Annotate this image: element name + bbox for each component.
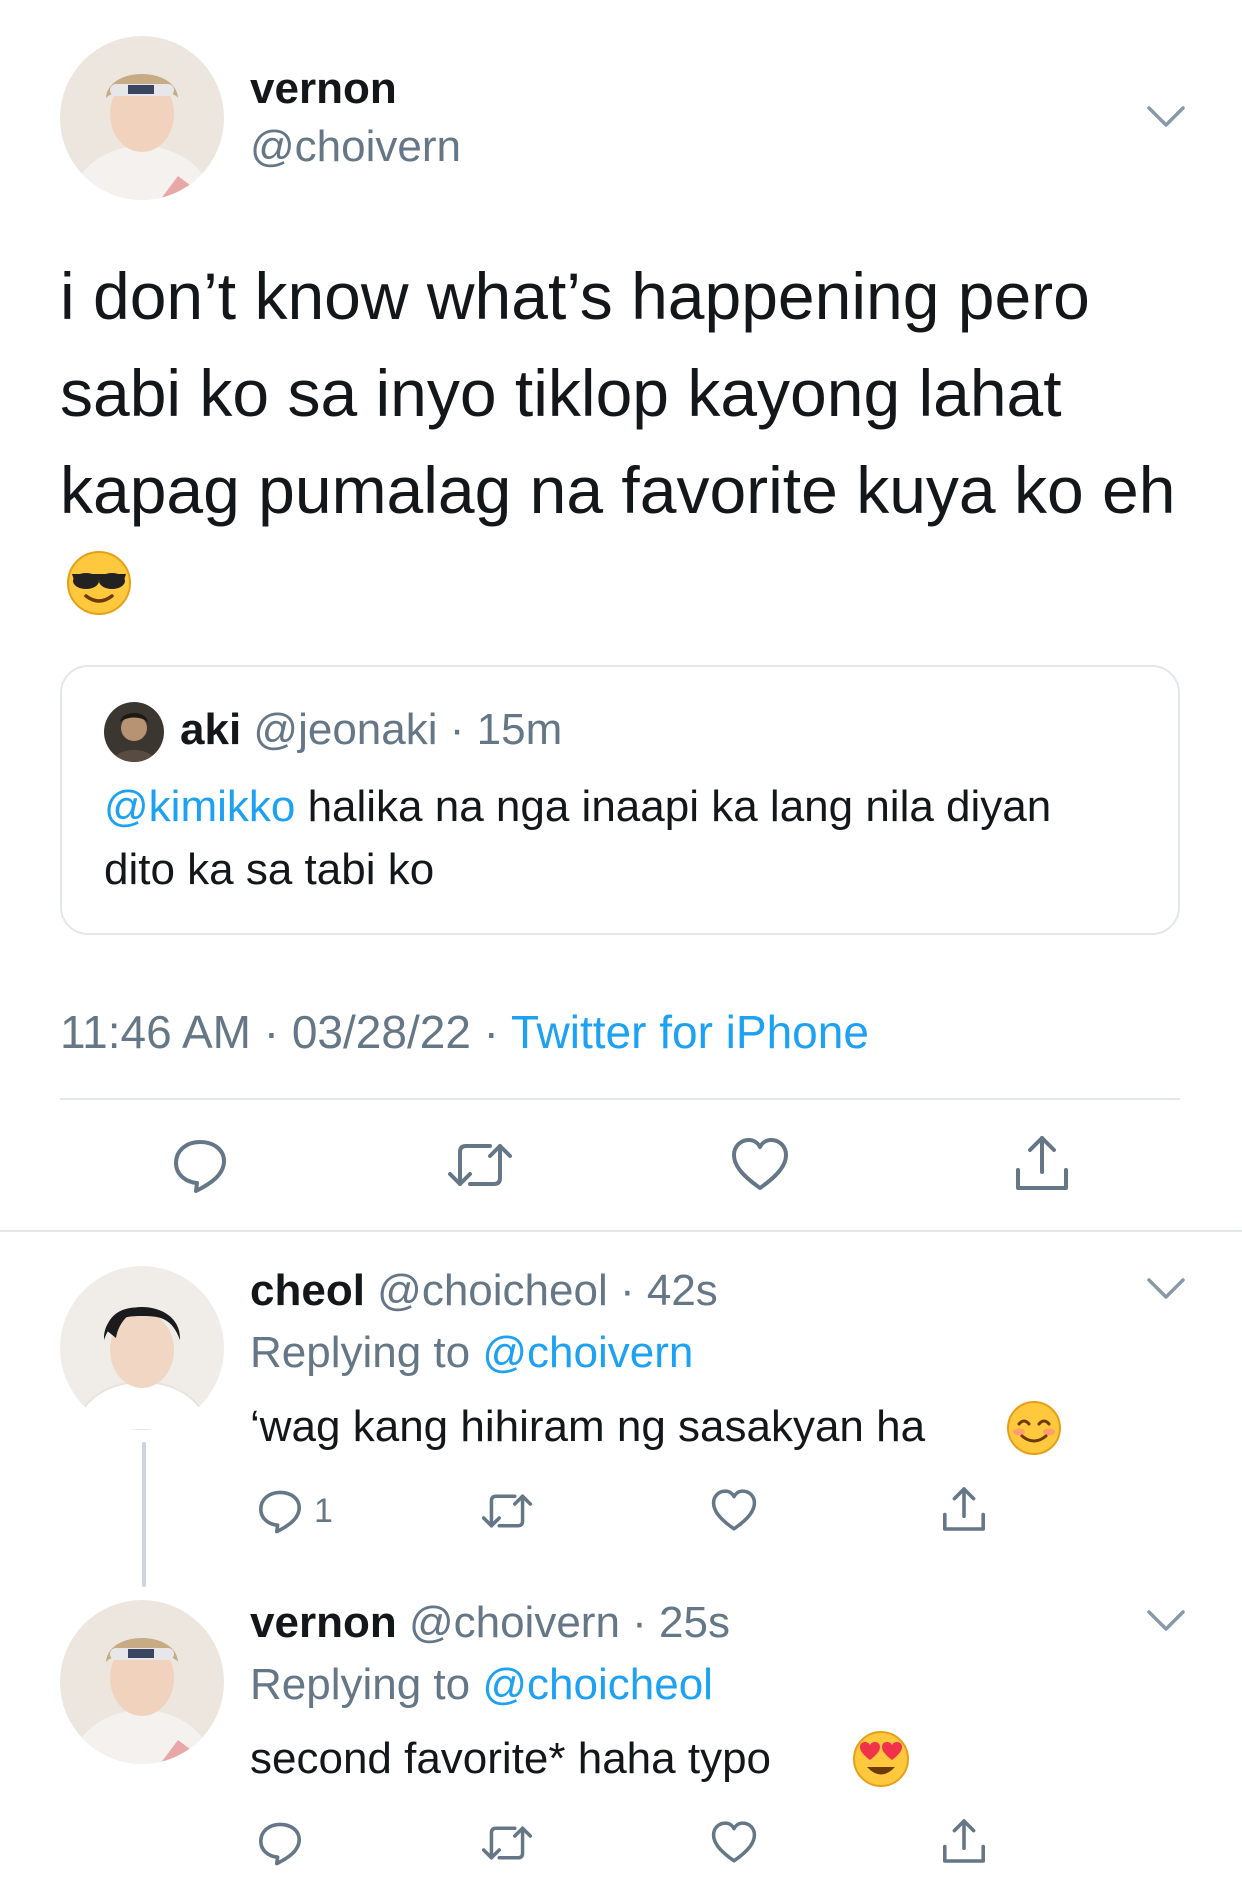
like-icon[interactable] bbox=[710, 1820, 758, 1864]
smiling-face-emoji-icon bbox=[1006, 1400, 1062, 1456]
like-icon[interactable] bbox=[710, 1488, 758, 1532]
reply-author-handle[interactable]: @choicheol bbox=[377, 1266, 608, 1315]
reply-time: 42s bbox=[646, 1266, 718, 1315]
retweet-icon[interactable] bbox=[480, 1822, 534, 1864]
replying-to-label: Replying to bbox=[250, 1328, 471, 1377]
separator-dot: · bbox=[619, 1598, 660, 1647]
divider bbox=[60, 1098, 1180, 1100]
reply-text-content: second favorite* haha typo bbox=[250, 1734, 772, 1783]
divider bbox=[0, 1230, 1242, 1232]
share-icon[interactable] bbox=[940, 1816, 988, 1866]
share-icon[interactable] bbox=[940, 1484, 988, 1534]
reply-icon[interactable] bbox=[170, 1134, 230, 1194]
replying-to-link[interactable]: @choicheol bbox=[482, 1660, 713, 1709]
tweet-date: 03/28/22 bbox=[291, 1006, 471, 1058]
replying-to: Replying to @choicheol bbox=[250, 1660, 713, 1710]
quoted-tweet-card[interactable]: aki @jeonaki · 15m @kimikko halika na ng… bbox=[60, 665, 1180, 935]
reply-header: vernon @choivern · 25s bbox=[250, 1598, 730, 1648]
reply-text-content: ‘wag kang hihiram ng sasakyan ha bbox=[250, 1402, 926, 1451]
reply-icon[interactable] bbox=[256, 1486, 304, 1534]
replying-to: Replying to @choivern bbox=[250, 1328, 693, 1378]
quoted-text-line2: dito ka sa tabi ko bbox=[104, 845, 435, 894]
reply-author-name[interactable]: vernon bbox=[250, 1598, 397, 1647]
tweet-text-line: kapag pumalag na favorite kuya ko eh bbox=[60, 453, 1176, 527]
tweet-text-line: i don’t know what’s happening pero bbox=[60, 259, 1090, 333]
reply-text: ‘wag kang hihiram ng sasakyan ha bbox=[250, 1402, 925, 1452]
avatar[interactable] bbox=[60, 1600, 224, 1764]
reply-icon[interactable] bbox=[256, 1818, 304, 1866]
tweet-text: i don’t know what’s happening pero sabi … bbox=[60, 248, 1180, 539]
quoted-text-rest: halika na nga inaapi ka lang nila diyan bbox=[295, 782, 1052, 831]
author-name[interactable]: vernon bbox=[250, 64, 397, 114]
quoted-text: @kimikko halika na nga inaapi ka lang ni… bbox=[104, 775, 1144, 901]
reply-time: 25s bbox=[659, 1598, 730, 1647]
share-icon[interactable] bbox=[1012, 1132, 1072, 1194]
replying-to-label: Replying to bbox=[250, 1660, 471, 1709]
quoted-time: 15m bbox=[476, 705, 563, 754]
avatar[interactable] bbox=[104, 702, 164, 762]
timestamp-line: 11:46 AM · 03/28/22 · Twitter for iPhone bbox=[60, 1005, 869, 1059]
quoted-author-handle[interactable]: @jeonaki bbox=[253, 705, 437, 754]
reply-text: second favorite* haha typo bbox=[250, 1734, 771, 1784]
reply-count: 1 bbox=[314, 1492, 333, 1530]
avatar[interactable] bbox=[60, 1266, 224, 1430]
chevron-down-icon[interactable] bbox=[1146, 1608, 1186, 1634]
source-link[interactable]: Twitter for iPhone bbox=[511, 1006, 869, 1058]
tweet-time: 11:46 AM bbox=[60, 1006, 251, 1058]
sunglasses-emoji-icon bbox=[66, 550, 132, 616]
chevron-down-icon[interactable] bbox=[1146, 1276, 1186, 1302]
reply-author-name[interactable]: cheol bbox=[250, 1266, 365, 1315]
heart-eyes-emoji-icon bbox=[852, 1730, 910, 1788]
avatar[interactable] bbox=[60, 36, 224, 200]
quoted-header: aki @jeonaki · 15m bbox=[180, 705, 562, 755]
quoted-author-name[interactable]: aki bbox=[180, 705, 241, 754]
reply-header: cheol @choicheol · 42s bbox=[250, 1266, 718, 1316]
reply-author-handle[interactable]: @choivern bbox=[409, 1598, 620, 1647]
replying-to-link[interactable]: @choivern bbox=[482, 1328, 693, 1377]
retweet-icon[interactable] bbox=[446, 1138, 514, 1192]
like-icon[interactable] bbox=[730, 1136, 790, 1192]
separator-dot: · bbox=[470, 1006, 511, 1058]
author-handle[interactable]: @choivern bbox=[250, 122, 461, 172]
mention-link[interactable]: @kimikko bbox=[104, 782, 295, 831]
tweet-text-line: sabi ko sa inyo tiklop kayong lahat bbox=[60, 356, 1062, 430]
separator-dot: · bbox=[250, 1006, 292, 1058]
separator-dot: · bbox=[437, 705, 477, 754]
thread-line bbox=[142, 1442, 146, 1587]
retweet-icon[interactable] bbox=[480, 1490, 534, 1532]
chevron-down-icon[interactable] bbox=[1146, 104, 1186, 130]
separator-dot: · bbox=[607, 1266, 647, 1315]
